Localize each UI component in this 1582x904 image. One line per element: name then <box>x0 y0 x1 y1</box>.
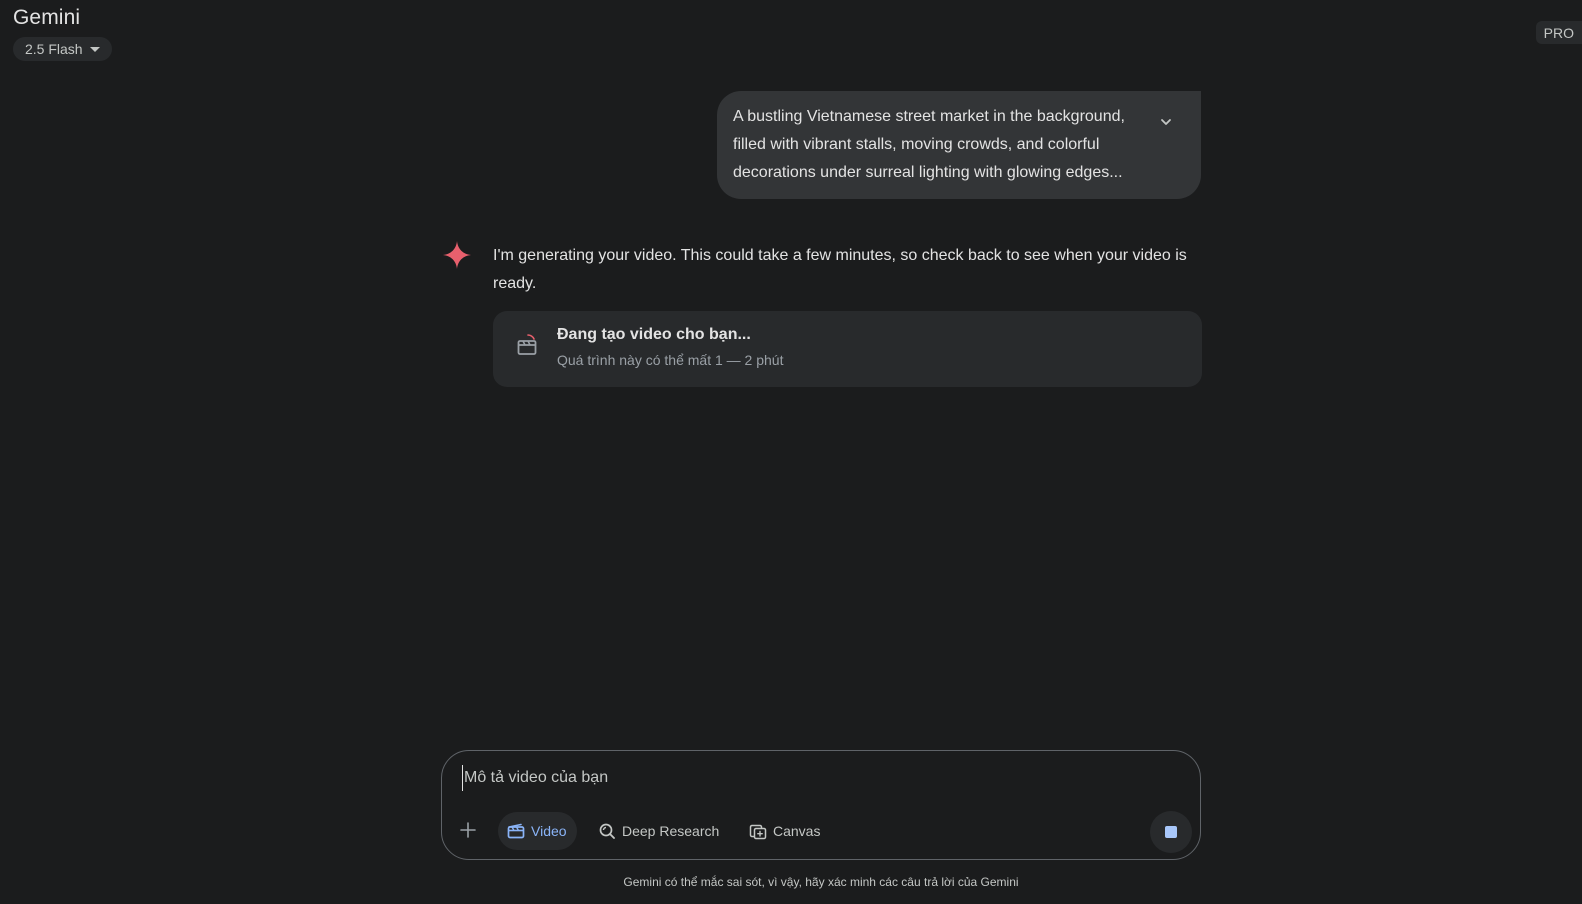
canvas-button[interactable]: Canvas <box>739 812 830 850</box>
app-title: Gemini <box>13 6 81 29</box>
clapperboard-icon <box>517 334 537 355</box>
video-tool-button[interactable]: Video <box>498 812 577 850</box>
video-tool-label: Video <box>531 823 567 839</box>
footer-disclaimer: Gemini có thể mắc sai sót, vì vậy, hãy x… <box>623 875 1019 889</box>
video-card-subtitle: Quá trình này có thể mất 1 — 2 phút <box>557 352 784 368</box>
gemini-spark-icon <box>443 241 471 269</box>
video-card-title: Đang tạo video cho bạn... <box>557 326 751 343</box>
expand-message-button[interactable] <box>1157 113 1175 131</box>
assistant-message: I'm generating your video. This could ta… <box>493 247 1187 292</box>
model-label: 2.5 Flash <box>25 41 83 57</box>
deep-research-icon <box>599 823 615 839</box>
gemini-app: Gemini 2.5 Flash PRO A bustling Vietname… <box>0 0 1582 904</box>
chevron-down-icon <box>1161 119 1171 125</box>
stop-icon <box>1165 826 1177 838</box>
stop-generation-button[interactable] <box>1150 811 1192 853</box>
pro-badge[interactable]: PRO <box>1535 21 1582 44</box>
user-message-text: A bustling Vietnamese street market in t… <box>733 108 1125 181</box>
video-icon <box>507 823 525 839</box>
model-selector[interactable]: 2.5 Flash <box>13 37 112 61</box>
deep-research-button[interactable]: Deep Research <box>588 812 729 850</box>
canvas-label: Canvas <box>773 823 821 839</box>
user-message: A bustling Vietnamese street market in t… <box>717 91 1201 199</box>
caret-down-icon <box>89 47 100 52</box>
prompt-input[interactable] <box>462 765 1104 791</box>
plus-icon <box>460 822 476 838</box>
prompt-composer: Video Deep Research Canvas <box>441 750 1201 860</box>
add-attachment-button[interactable] <box>455 817 481 843</box>
deep-research-label: Deep Research <box>622 823 720 839</box>
canvas-icon <box>749 824 767 840</box>
video-generation-card: Đang tạo video cho bạn... Quá trình này … <box>493 311 1202 387</box>
